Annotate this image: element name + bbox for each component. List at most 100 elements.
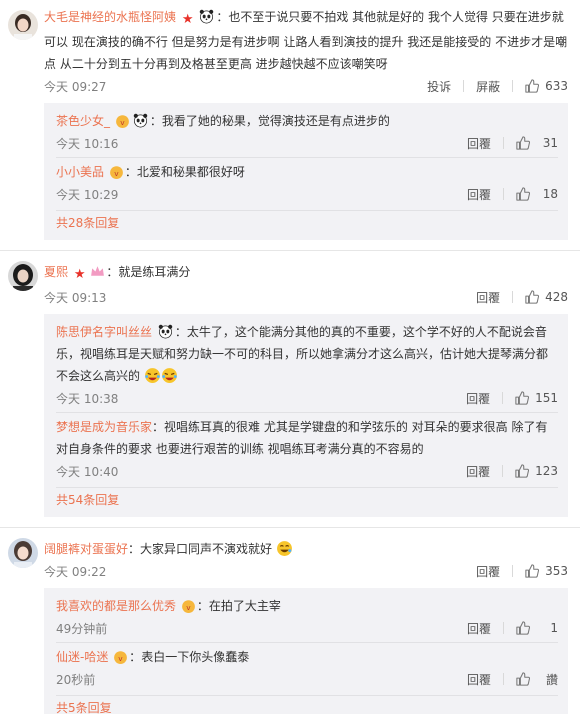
divider xyxy=(512,80,514,92)
more-replies-link[interactable]: 共28条回复 xyxy=(56,210,558,234)
thumbs-up-icon xyxy=(515,464,530,478)
like-button[interactable]: 633 xyxy=(525,79,568,93)
thumbs-up-icon xyxy=(525,290,540,304)
reply-text: 仙迷-哈迷 v ：表白一下你头像蠢泰 xyxy=(56,650,250,664)
timestamp: 今天 09:22 xyxy=(44,564,107,579)
more-replies-link[interactable]: 共54条回复 xyxy=(56,487,558,511)
like-count: 18 xyxy=(542,187,558,201)
reply-body: 在拍了大主宰 xyxy=(208,599,281,613)
reply-button[interactable]: 回覆 xyxy=(466,390,490,407)
divider xyxy=(512,291,514,303)
divider xyxy=(463,80,465,92)
thumbs-up-icon xyxy=(516,136,530,150)
username[interactable]: 夏熙 xyxy=(44,265,68,279)
username[interactable]: 梦想是成为音乐家 xyxy=(56,420,152,434)
reply-item: 小小美品 v ：北爱和秘果都很好呀 今天 10:29 回覆 18 xyxy=(56,157,558,208)
timestamp: 今天 10:38 xyxy=(56,391,119,406)
username[interactable]: 仙迷-哈迷 xyxy=(56,650,108,664)
divider xyxy=(512,565,514,577)
like-button[interactable]: 31 xyxy=(516,136,558,150)
reply-item: 梦想是成为音乐家：视唱练耳真的很难 尤其是学键盘的和学弦乐的 对耳朵的要求很高 … xyxy=(56,412,558,485)
comment-meta: 今天 09:22 回覆 353 xyxy=(44,560,568,582)
reply-button[interactable]: 回覆 xyxy=(467,186,491,203)
vip-badge-icon: v xyxy=(109,166,123,179)
vip-badge-icon: v xyxy=(181,600,195,613)
more-replies-link[interactable]: 共5条回复 xyxy=(56,695,558,714)
reply-thread: 我喜欢的都是那么优秀 v ：在拍了大主宰 49分钟前 回覆 1 仙迷-哈迷 v ：表… xyxy=(44,588,568,714)
like-button[interactable]: 讚 xyxy=(516,671,558,688)
reply-item: 我喜欢的都是那么优秀 v ：在拍了大主宰 49分钟前 回覆 1 xyxy=(56,592,558,642)
crown-badge-icon xyxy=(91,266,105,276)
reply-button[interactable]: 回覆 xyxy=(466,463,490,480)
avatar[interactable] xyxy=(8,10,38,40)
reply-button[interactable]: 回覆 xyxy=(467,620,491,637)
star-badge-icon: ★ xyxy=(181,12,194,27)
timestamp: 49分钟前 xyxy=(56,621,108,636)
like-count: 31 xyxy=(542,136,558,150)
reply-meta: 49分钟前 回覆 1 xyxy=(56,617,558,639)
like-count: 123 xyxy=(535,464,558,478)
comment-item: 大毛是神经的水瓶怪阿姨 ★ ：也不至于说只要不拍戏 其他就是好的 我个人觉得 只… xyxy=(0,0,580,240)
block-button[interactable]: 屏蔽 xyxy=(476,78,500,95)
reply-text: 梦想是成为音乐家：视唱练耳真的很难 尤其是学键盘的和学弦乐的 对耳朵的要求很高 … xyxy=(56,420,548,456)
thumbs-up-icon xyxy=(516,187,530,201)
like-button[interactable]: 123 xyxy=(515,464,558,478)
comment-meta: 今天 09:27 投诉 屏蔽 633 xyxy=(44,75,568,97)
username[interactable]: 小小美品 xyxy=(56,165,104,179)
reply-body: 北爱和秘果都很好呀 xyxy=(136,165,245,179)
laughing-emoji-icon xyxy=(276,541,292,556)
like-count: 633 xyxy=(545,79,568,93)
reply-item: 茶色少女_ v ：我看了她的秘果，觉得演技还是有点进步的 今天 10:16 回覆 … xyxy=(56,107,558,157)
divider xyxy=(502,465,504,477)
username[interactable]: 大毛是神经的水瓶怪阿姨 xyxy=(44,10,176,24)
like-button[interactable]: 428 xyxy=(525,290,568,304)
username[interactable]: 茶色少女_ xyxy=(56,114,110,128)
laughing-tears-emoji-icon xyxy=(144,368,160,383)
timestamp: 今天 09:27 xyxy=(44,79,107,94)
report-button[interactable]: 投诉 xyxy=(427,78,451,95)
thumbs-up-icon xyxy=(525,564,540,578)
like-button[interactable]: 1 xyxy=(516,621,558,635)
comment-divider xyxy=(0,527,580,528)
reply-button[interactable]: 回覆 xyxy=(467,135,491,152)
svg-text:v: v xyxy=(186,603,191,612)
panda-badge-icon xyxy=(133,113,148,128)
reply-meta: 今天 10:16 回覆 31 xyxy=(56,132,558,154)
divider xyxy=(503,137,504,149)
like-button[interactable]: 151 xyxy=(515,391,558,405)
laughing-tears-emoji-icon xyxy=(161,368,177,383)
svg-text:v: v xyxy=(114,169,119,178)
like-count: 讚 xyxy=(545,672,558,687)
like-count: 151 xyxy=(535,391,558,405)
timestamp: 今天 10:40 xyxy=(56,464,119,479)
timestamp: 今天 09:13 xyxy=(44,290,107,305)
comment-item: 阔腿裤对蛋蛋好：大家异口同声不演戏就好 今天 09:22 回覆 353 我喜欢的… xyxy=(0,538,580,714)
like-count: 428 xyxy=(545,290,568,304)
thumbs-up-icon xyxy=(515,391,530,405)
comment-body: 就是练耳满分 xyxy=(118,265,191,279)
username[interactable]: 陈思伊名字叫丝丝 xyxy=(56,325,152,339)
like-count: 353 xyxy=(545,564,568,578)
reply-thread: 陈思伊名字叫丝丝 ：太牛了，这个能满分其他的真的不重要，这个学不好的人不配说会音… xyxy=(44,314,568,517)
reply-button[interactable]: 回覆 xyxy=(467,671,491,688)
username[interactable]: 阔腿裤对蛋蛋好 xyxy=(44,542,128,556)
reply-thread: 茶色少女_ v ：我看了她的秘果，觉得演技还是有点进步的 今天 10:16 回覆 … xyxy=(44,103,568,240)
reply-meta: 今天 10:29 回覆 18 xyxy=(56,183,558,205)
reply-item: 仙迷-哈迷 v ：表白一下你头像蠢泰 20秒前 回覆 讚 xyxy=(56,642,558,693)
avatar[interactable] xyxy=(8,538,38,568)
username[interactable]: 我喜欢的都是那么优秀 xyxy=(56,599,176,613)
divider xyxy=(503,673,504,685)
reply-text: 茶色少女_ v ：我看了她的秘果，觉得演技还是有点进步的 xyxy=(56,113,390,128)
comment-text: 阔腿裤对蛋蛋好：大家异口同声不演戏就好 xyxy=(44,538,568,560)
reply-button[interactable]: 回覆 xyxy=(476,563,500,580)
like-button[interactable]: 353 xyxy=(525,564,568,578)
avatar[interactable] xyxy=(8,261,38,291)
panda-badge-icon xyxy=(158,324,173,339)
svg-text:v: v xyxy=(118,654,123,663)
thumbs-up-icon xyxy=(516,621,530,635)
reply-button[interactable]: 回覆 xyxy=(476,289,500,306)
like-button[interactable]: 18 xyxy=(516,187,558,201)
comment-body: 大家异口同声不演戏就好 xyxy=(140,542,273,556)
reply-item: 陈思伊名字叫丝丝 ：太牛了，这个能满分其他的真的不重要，这个学不好的人不配说会音… xyxy=(56,318,558,412)
comment-divider xyxy=(0,250,580,251)
